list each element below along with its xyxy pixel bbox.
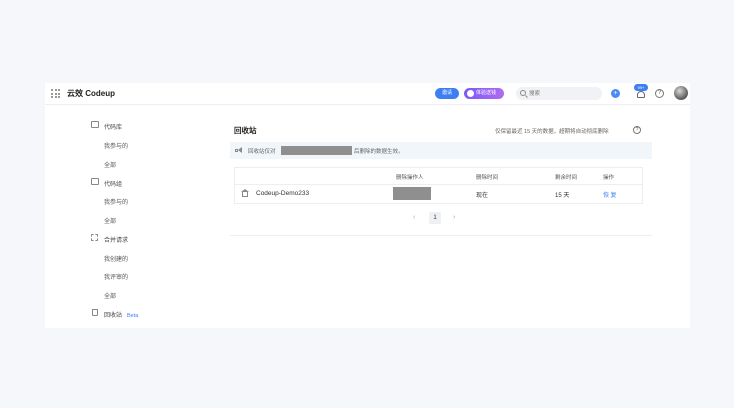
pagination-prev-button[interactable]: ‹ — [413, 214, 415, 221]
sidebar-item-recycle-bin[interactable]: 回收站 Beta — [104, 310, 138, 319]
sidebar-item-repositories[interactable]: 代码库 — [104, 122, 122, 131]
sidebar-item-mr-review[interactable]: 我评审的 — [104, 272, 128, 281]
search-icon — [520, 90, 526, 96]
sidebar-item-groups[interactable]: 代码组 — [104, 179, 122, 188]
repository-icon — [241, 189, 249, 197]
sidebar-item-groups-all[interactable]: 全部 — [104, 216, 116, 225]
trash-icon — [92, 309, 98, 316]
gift-icon — [467, 90, 474, 97]
remaining-time: 15 天 — [555, 193, 570, 199]
sidebar-item-merge-requests[interactable]: 合并请求 — [104, 235, 128, 244]
brand-title[interactable]: 云效 Codeup — [67, 88, 115, 99]
repo-name: Codeup-Demo233 — [256, 190, 310, 197]
sidebar-item-mr-created[interactable]: 我创建的 — [104, 254, 128, 263]
pagination-page-1[interactable]: 1 — [429, 212, 441, 224]
search-input[interactable] — [516, 87, 602, 100]
recycle-table: 删除操作人 删除时间 剩余时间 操作 Codeup-Demo233 现在 15 … — [234, 167, 643, 204]
group-icon — [91, 178, 99, 185]
divider — [235, 184, 642, 185]
restore-button[interactable]: 恢复 — [603, 190, 618, 199]
column-header-remaining: 剩余时间 — [555, 175, 578, 181]
invite-button[interactable]: 邀请 — [435, 88, 459, 99]
help-icon[interactable]: ? — [655, 89, 664, 98]
avatar[interactable] — [674, 86, 688, 100]
notice-suffix: 后删除的数据生效。 — [354, 149, 404, 155]
column-header-action: 操作 — [603, 175, 615, 181]
retention-notice: 仅保留最近 15 天的数据，超期将自动彻底删除 — [495, 129, 609, 135]
redacted-deleter — [393, 187, 431, 200]
column-header-deleter: 删除操作人 — [396, 175, 424, 181]
notice-banner: 回收站仅对 后删除的数据生效。 — [230, 142, 652, 159]
sidebar-item-label: 回收站 — [104, 313, 123, 319]
sidebar-item-repos-mine[interactable]: 我参与的 — [104, 141, 128, 150]
app-grid-icon[interactable] — [51, 89, 60, 98]
repository-icon — [91, 121, 99, 128]
pagination-next-button[interactable]: › — [453, 214, 455, 221]
column-header-deleted-time: 删除时间 — [476, 175, 499, 181]
merge-request-icon — [91, 234, 98, 241]
page-title: 回收站 — [234, 126, 257, 135]
speaker-icon — [235, 147, 243, 154]
notice-prefix: 回收站仅对 — [248, 149, 276, 155]
experience-button[interactable]: 体验送钱 — [464, 88, 504, 99]
divider — [230, 235, 652, 236]
sidebar-item-groups-mine[interactable]: 我参与的 — [104, 197, 128, 206]
sidebar-item-mr-all[interactable]: 全部 — [104, 291, 116, 300]
experience-label: 体验送钱 — [476, 90, 497, 96]
redacted-text — [281, 146, 352, 155]
sidebar-item-repos-all[interactable]: 全部 — [104, 160, 116, 169]
notification-badge: 99+ — [634, 84, 648, 91]
help-circle-icon[interactable]: ? — [633, 126, 641, 134]
create-button[interactable]: + — [611, 89, 620, 98]
app-window: 云效 Codeup 邀请 体验送钱 + 99+ ? 代码库 我参与的 全部 代码… — [45, 83, 690, 328]
deleted-time: 现在 — [476, 193, 489, 199]
top-bar: 云效 Codeup 邀请 体验送钱 + 99+ ? — [45, 83, 690, 105]
beta-badge: Beta — [127, 313, 139, 319]
